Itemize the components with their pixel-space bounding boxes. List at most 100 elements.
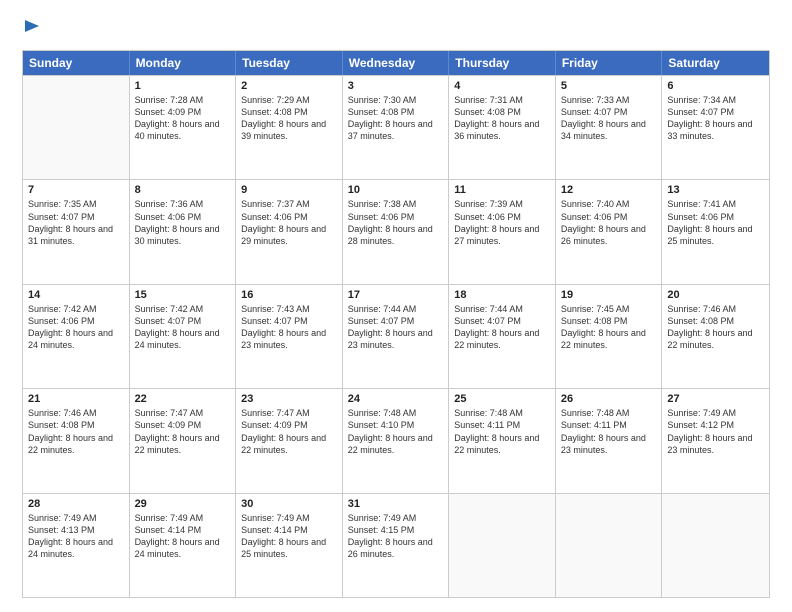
- week-row-1: 1 Sunrise: 7:28 AMSunset: 4:09 PMDaylight…: [23, 75, 769, 179]
- day-cell-20: 20 Sunrise: 7:46 AMSunset: 4:08 PMDayligh…: [662, 285, 769, 388]
- day-header-wednesday: Wednesday: [343, 51, 450, 75]
- day-number: 14: [28, 289, 124, 301]
- day-info: Sunrise: 7:34 AMSunset: 4:07 PMDaylight:…: [667, 94, 764, 143]
- day-number: 11: [454, 184, 550, 196]
- day-info: Sunrise: 7:28 AMSunset: 4:09 PMDaylight:…: [135, 94, 231, 143]
- day-info: Sunrise: 7:43 AMSunset: 4:07 PMDaylight:…: [241, 303, 337, 352]
- day-cell-29: 29 Sunrise: 7:49 AMSunset: 4:14 PMDayligh…: [130, 494, 237, 597]
- day-info: Sunrise: 7:48 AMSunset: 4:10 PMDaylight:…: [348, 407, 444, 456]
- day-cell-7: 7 Sunrise: 7:35 AMSunset: 4:07 PMDaylight…: [23, 180, 130, 283]
- day-cell-25: 25Sunrise: 7:48 AMSunset: 4:11 PMDayligh…: [449, 389, 556, 492]
- header: [22, 18, 770, 40]
- empty-cell: [556, 494, 663, 597]
- day-info: Sunrise: 7:30 AMSunset: 4:08 PMDaylight:…: [348, 94, 444, 143]
- day-cell-27: 27 Sunrise: 7:49 AMSunset: 4:12 PMDayligh…: [662, 389, 769, 492]
- day-info: Sunrise: 7:35 AMSunset: 4:07 PMDaylight:…: [28, 198, 124, 247]
- day-info: Sunrise: 7:49 AMSunset: 4:14 PMDaylight:…: [135, 512, 231, 561]
- day-info: Sunrise: 7:40 AMSunset: 4:06 PMDaylight:…: [561, 198, 657, 247]
- day-number: 21: [28, 393, 124, 405]
- day-number: 27: [667, 393, 764, 405]
- day-cell-22: 22 Sunrise: 7:47 AMSunset: 4:09 PMDayligh…: [130, 389, 237, 492]
- day-number: 18: [454, 289, 550, 301]
- day-cell-30: 30 Sunrise: 7:49 AMSunset: 4:14 PMDayligh…: [236, 494, 343, 597]
- day-cell-10: 10Sunrise: 7:38 AMSunset: 4:06 PMDayligh…: [343, 180, 450, 283]
- day-info: Sunrise: 7:49 AMSunset: 4:13 PMDaylight:…: [28, 512, 124, 561]
- day-number: 17: [348, 289, 444, 301]
- day-cell-24: 24 Sunrise: 7:48 AMSunset: 4:10 PMDayligh…: [343, 389, 450, 492]
- day-info: Sunrise: 7:39 AMSunset: 4:06 PMDaylight:…: [454, 198, 550, 247]
- day-info: Sunrise: 7:44 AMSunset: 4:07 PMDaylight:…: [454, 303, 550, 352]
- day-number: 1: [135, 80, 231, 92]
- day-number: 31: [348, 498, 444, 510]
- logo: [22, 18, 42, 40]
- page: SundayMondayTuesdayWednesdayThursdayFrid…: [0, 0, 792, 612]
- day-number: 4: [454, 80, 550, 92]
- day-number: 7: [28, 184, 124, 196]
- day-info: Sunrise: 7:42 AMSunset: 4:06 PMDaylight:…: [28, 303, 124, 352]
- day-number: 23: [241, 393, 337, 405]
- day-cell-17: 17 Sunrise: 7:44 AMSunset: 4:07 PMDayligh…: [343, 285, 450, 388]
- day-cell-15: 15Sunrise: 7:42 AMSunset: 4:07 PMDayligh…: [130, 285, 237, 388]
- day-info: Sunrise: 7:49 AMSunset: 4:14 PMDaylight:…: [241, 512, 337, 561]
- day-number: 28: [28, 498, 124, 510]
- day-cell-21: 21 Sunrise: 7:46 AMSunset: 4:08 PMDayligh…: [23, 389, 130, 492]
- day-number: 9: [241, 184, 337, 196]
- day-cell-19: 19 Sunrise: 7:45 AMSunset: 4:08 PMDayligh…: [556, 285, 663, 388]
- day-info: Sunrise: 7:48 AMSunset: 4:11 PMDaylight:…: [561, 407, 657, 456]
- day-cell-3: 3 Sunrise: 7:30 AMSunset: 4:08 PMDaylight…: [343, 76, 450, 179]
- day-number: 20: [667, 289, 764, 301]
- day-cell-26: 26 Sunrise: 7:48 AMSunset: 4:11 PMDayligh…: [556, 389, 663, 492]
- week-row-3: 14 Sunrise: 7:42 AMSunset: 4:06 PMDayligh…: [23, 284, 769, 388]
- day-cell-9: 9 Sunrise: 7:37 AMSunset: 4:06 PMDaylight…: [236, 180, 343, 283]
- calendar-header: SundayMondayTuesdayWednesdayThursdayFrid…: [23, 51, 769, 75]
- day-cell-11: 11 Sunrise: 7:39 AMSunset: 4:06 PMDayligh…: [449, 180, 556, 283]
- day-info: Sunrise: 7:42 AMSunset: 4:07 PMDaylight:…: [135, 303, 231, 352]
- week-row-2: 7 Sunrise: 7:35 AMSunset: 4:07 PMDaylight…: [23, 179, 769, 283]
- day-info: Sunrise: 7:49 AMSunset: 4:12 PMDaylight:…: [667, 407, 764, 456]
- day-info: Sunrise: 7:37 AMSunset: 4:06 PMDaylight:…: [241, 198, 337, 247]
- day-number: 30: [241, 498, 337, 510]
- calendar: SundayMondayTuesdayWednesdayThursdayFrid…: [22, 50, 770, 598]
- day-cell-14: 14 Sunrise: 7:42 AMSunset: 4:06 PMDayligh…: [23, 285, 130, 388]
- day-number: 16: [241, 289, 337, 301]
- day-header-tuesday: Tuesday: [236, 51, 343, 75]
- day-info: Sunrise: 7:46 AMSunset: 4:08 PMDaylight:…: [28, 407, 124, 456]
- day-info: Sunrise: 7:47 AMSunset: 4:09 PMDaylight:…: [135, 407, 231, 456]
- day-number: 12: [561, 184, 657, 196]
- day-info: Sunrise: 7:31 AMSunset: 4:08 PMDaylight:…: [454, 94, 550, 143]
- day-cell-2: 2 Sunrise: 7:29 AMSunset: 4:08 PMDaylight…: [236, 76, 343, 179]
- day-header-thursday: Thursday: [449, 51, 556, 75]
- day-number: 24: [348, 393, 444, 405]
- empty-cell: [449, 494, 556, 597]
- day-info: Sunrise: 7:45 AMSunset: 4:08 PMDaylight:…: [561, 303, 657, 352]
- day-number: 6: [667, 80, 764, 92]
- day-number: 19: [561, 289, 657, 301]
- day-info: Sunrise: 7:47 AMSunset: 4:09 PMDaylight:…: [241, 407, 337, 456]
- day-cell-31: 31Sunrise: 7:49 AMSunset: 4:15 PMDayligh…: [343, 494, 450, 597]
- day-number: 29: [135, 498, 231, 510]
- day-info: Sunrise: 7:44 AMSunset: 4:07 PMDaylight:…: [348, 303, 444, 352]
- day-number: 10: [348, 184, 444, 196]
- day-cell-23: 23 Sunrise: 7:47 AMSunset: 4:09 PMDayligh…: [236, 389, 343, 492]
- day-cell-18: 18 Sunrise: 7:44 AMSunset: 4:07 PMDayligh…: [449, 285, 556, 388]
- day-number: 3: [348, 80, 444, 92]
- day-info: Sunrise: 7:29 AMSunset: 4:08 PMDaylight:…: [241, 94, 337, 143]
- day-number: 22: [135, 393, 231, 405]
- day-number: 26: [561, 393, 657, 405]
- day-header-monday: Monday: [130, 51, 237, 75]
- day-info: Sunrise: 7:46 AMSunset: 4:08 PMDaylight:…: [667, 303, 764, 352]
- week-row-5: 28 Sunrise: 7:49 AMSunset: 4:13 PMDayligh…: [23, 493, 769, 597]
- day-cell-6: 6 Sunrise: 7:34 AMSunset: 4:07 PMDaylight…: [662, 76, 769, 179]
- empty-cell: [662, 494, 769, 597]
- day-header-friday: Friday: [556, 51, 663, 75]
- day-number: 13: [667, 184, 764, 196]
- day-number: 2: [241, 80, 337, 92]
- day-number: 5: [561, 80, 657, 92]
- day-cell-8: 8Sunrise: 7:36 AMSunset: 4:06 PMDaylight…: [130, 180, 237, 283]
- week-row-4: 21 Sunrise: 7:46 AMSunset: 4:08 PMDayligh…: [23, 388, 769, 492]
- day-cell-5: 5Sunrise: 7:33 AMSunset: 4:07 PMDaylight…: [556, 76, 663, 179]
- day-info: Sunrise: 7:41 AMSunset: 4:06 PMDaylight:…: [667, 198, 764, 247]
- day-number: 8: [135, 184, 231, 196]
- day-cell-28: 28 Sunrise: 7:49 AMSunset: 4:13 PMDayligh…: [23, 494, 130, 597]
- day-cell-16: 16 Sunrise: 7:43 AMSunset: 4:07 PMDayligh…: [236, 285, 343, 388]
